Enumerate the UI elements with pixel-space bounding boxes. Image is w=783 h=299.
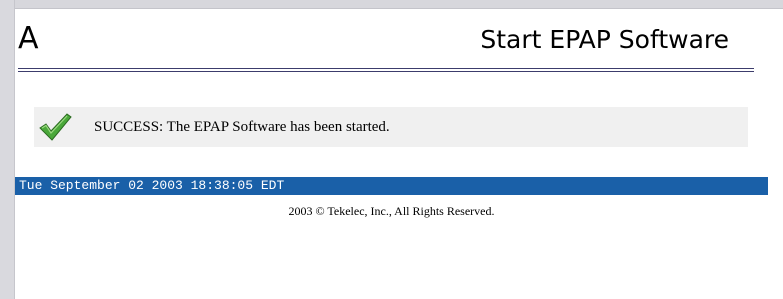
header-letter: A — [18, 21, 39, 56]
success-message-text: SUCCESS: The EPAP Software has been star… — [94, 119, 390, 135]
page-title: Start EPAP Software — [480, 25, 729, 54]
timestamp-text: Tue September 02 2003 18:38:05 EDT — [19, 178, 285, 193]
success-message-box: SUCCESS: The EPAP Software has been star… — [34, 107, 748, 147]
window-frame-left — [0, 0, 15, 299]
header-divider — [18, 68, 754, 72]
copyright-notice: 2003 © Tekelec, Inc., All Rights Reserve… — [288, 204, 495, 218]
checkmark-icon — [38, 112, 72, 142]
page-header: A Start EPAP Software — [18, 22, 753, 68]
window-frame-top — [0, 0, 783, 9]
timestamp-bar: Tue September 02 2003 18:38:05 EDT — [15, 177, 768, 195]
